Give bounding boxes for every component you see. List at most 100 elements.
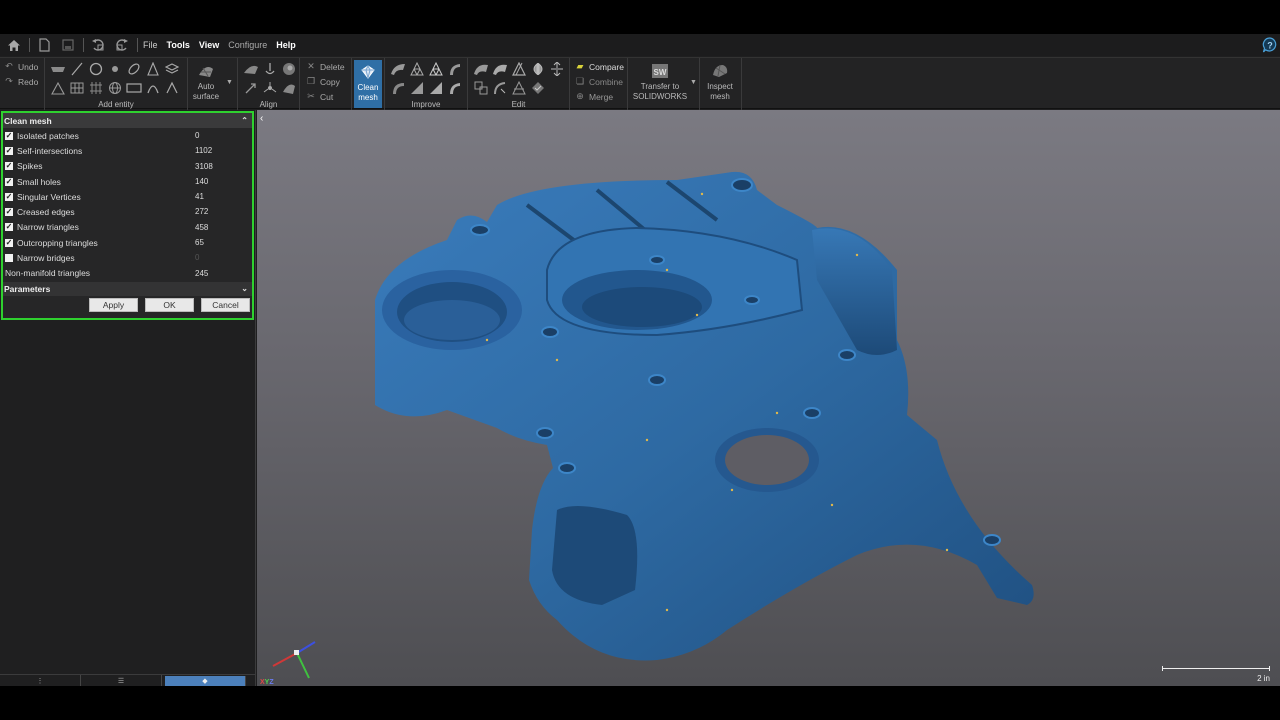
rectangle-icon[interactable] [124, 78, 143, 97]
enhance-icon[interactable] [445, 59, 464, 78]
optimize-icon[interactable] [426, 78, 445, 97]
plane-icon[interactable] [48, 59, 67, 78]
inspect-group: Inspect mesh [700, 58, 742, 110]
3d-viewport[interactable]: ‹ XYZ 2 in [257, 110, 1280, 686]
align-axes-icon[interactable] [260, 78, 279, 97]
improve-group: Improve [385, 58, 468, 110]
clean-mesh-row: ✓ Outcropping triangles 65 [3, 235, 252, 250]
cancel-button[interactable]: Cancel [201, 297, 250, 312]
mesh-grid-icon[interactable] [86, 78, 105, 97]
decimate-icon[interactable] [407, 59, 426, 78]
menu-file[interactable]: File [143, 40, 158, 50]
clean-mesh-list: ✓ Isolated patches 0 ✓ Self-intersections 110… [3, 128, 252, 266]
combine-group: ▰ Compare ❏ Combine ⊕ Merge [570, 58, 628, 110]
cone-icon[interactable] [143, 59, 162, 78]
merge-button[interactable]: ⊕ Merge [574, 89, 613, 104]
copy-icon: ❐ [306, 76, 316, 86]
ok-button[interactable]: OK [145, 297, 194, 312]
checkbox[interactable]: ✓ [5, 131, 13, 140]
menu-tools[interactable]: Tools [167, 40, 190, 50]
improve-tools [388, 59, 464, 97]
tab-tools[interactable]: ◆ [165, 676, 246, 686]
chevron-up-icon[interactable]: ⌃ [241, 116, 248, 125]
row-value: 65 [195, 238, 204, 248]
align-surface-icon[interactable] [241, 59, 260, 78]
thicken-icon[interactable] [490, 59, 509, 78]
delete-button[interactable]: ✕ Delete [305, 59, 344, 74]
align-mesh-icon[interactable] [279, 78, 298, 97]
merge-icon: ⊕ [576, 91, 584, 101]
transfer-dropdown-icon[interactable]: ▼ [690, 79, 697, 86]
help-icon[interactable]: ? [1262, 37, 1278, 53]
mesh-bottom-pad [552, 506, 638, 605]
tab-list[interactable]: ☰ [81, 675, 162, 686]
auto-surface-label-2: surface [192, 92, 220, 101]
split-icon[interactable] [509, 59, 528, 78]
row-label: Spikes [17, 161, 43, 172]
checkbox[interactable]: ✓ [5, 192, 13, 201]
transfer-to-solidworks-button[interactable]: SW Transfer to SOLIDWORKS [632, 60, 688, 102]
grid-icon[interactable] [67, 78, 86, 97]
inspect-mesh-button[interactable]: Inspect mesh [706, 60, 734, 102]
clean-mesh-group: Clean mesh [352, 58, 385, 110]
flip-icon[interactable] [547, 59, 566, 78]
check-shield-icon[interactable] [528, 78, 547, 97]
tab-tree[interactable]: ⋮ [0, 675, 81, 686]
x-axis-line [272, 652, 298, 667]
point-icon[interactable] [105, 59, 124, 78]
save-icon[interactable] [59, 36, 77, 54]
boundary-icon[interactable] [471, 78, 490, 97]
align-best-fit-icon[interactable] [279, 59, 298, 78]
layers-icon[interactable] [162, 59, 181, 78]
undo-button[interactable]: ↶ Undo [3, 59, 38, 74]
align-group: Align [238, 58, 300, 110]
circle-icon[interactable] [86, 59, 105, 78]
cut-button[interactable]: ✂ Cut [305, 89, 333, 104]
home-icon[interactable] [5, 36, 23, 54]
new-document-icon[interactable] [35, 36, 53, 54]
mirror-icon[interactable] [528, 59, 547, 78]
triangle-ruler-icon[interactable] [48, 78, 67, 97]
ellipse-icon[interactable] [124, 59, 143, 78]
auto-surface-dropdown-icon[interactable]: ▼ [226, 79, 233, 86]
trim-icon[interactable] [490, 78, 509, 97]
checkbox[interactable]: ✓ [5, 238, 13, 247]
auto-surface-button[interactable]: Auto surface [192, 60, 220, 102]
chevron-down-icon[interactable]: ⌄ [241, 284, 248, 293]
mesh-model[interactable] [257, 110, 1280, 686]
checkbox[interactable]: ✓ [5, 208, 13, 217]
align-point-icon[interactable] [260, 59, 279, 78]
parameters-header[interactable]: Parameters ⌄ [3, 281, 252, 296]
clean-mesh-button[interactable]: Clean mesh [354, 60, 382, 108]
smooth-icon[interactable] [388, 59, 407, 78]
combine-button[interactable]: ❏ Combine [574, 74, 623, 89]
fill-holes-icon[interactable] [388, 78, 407, 97]
apply-button[interactable]: Apply [89, 297, 138, 312]
checkbox[interactable]: ✓ [5, 223, 13, 232]
sphere-icon[interactable] [105, 78, 124, 97]
redo-history-icon[interactable] [113, 36, 131, 54]
redo-button[interactable]: ↷ Redo [3, 74, 38, 89]
undo-history-icon[interactable] [89, 36, 107, 54]
align-arrow-icon[interactable] [241, 78, 260, 97]
remesh-icon[interactable] [407, 78, 426, 97]
arc-icon[interactable] [143, 78, 162, 97]
subdivide-icon[interactable] [426, 59, 445, 78]
letterbox [0, 686, 1280, 720]
polyline-icon[interactable] [162, 78, 181, 97]
menu-view[interactable]: View [199, 40, 219, 50]
row-label: Singular Vertices [17, 191, 81, 202]
menu-configure[interactable]: Configure [228, 40, 267, 50]
checkbox[interactable]: ✓ [5, 162, 13, 171]
sharpen-icon[interactable] [445, 78, 464, 97]
cut-plane-icon[interactable] [509, 78, 528, 97]
offset-icon[interactable] [471, 59, 490, 78]
copy-button[interactable]: ❐ Copy [305, 74, 340, 89]
menu-help[interactable]: Help [276, 40, 296, 50]
line-icon[interactable] [67, 59, 86, 78]
checkbox[interactable]: ✓ [5, 146, 13, 155]
compare-button[interactable]: ▰ Compare [574, 59, 624, 74]
clean-mesh-header[interactable]: Clean mesh ⌃ [3, 113, 252, 128]
checkbox[interactable] [5, 254, 13, 263]
checkbox[interactable]: ✓ [5, 177, 13, 186]
